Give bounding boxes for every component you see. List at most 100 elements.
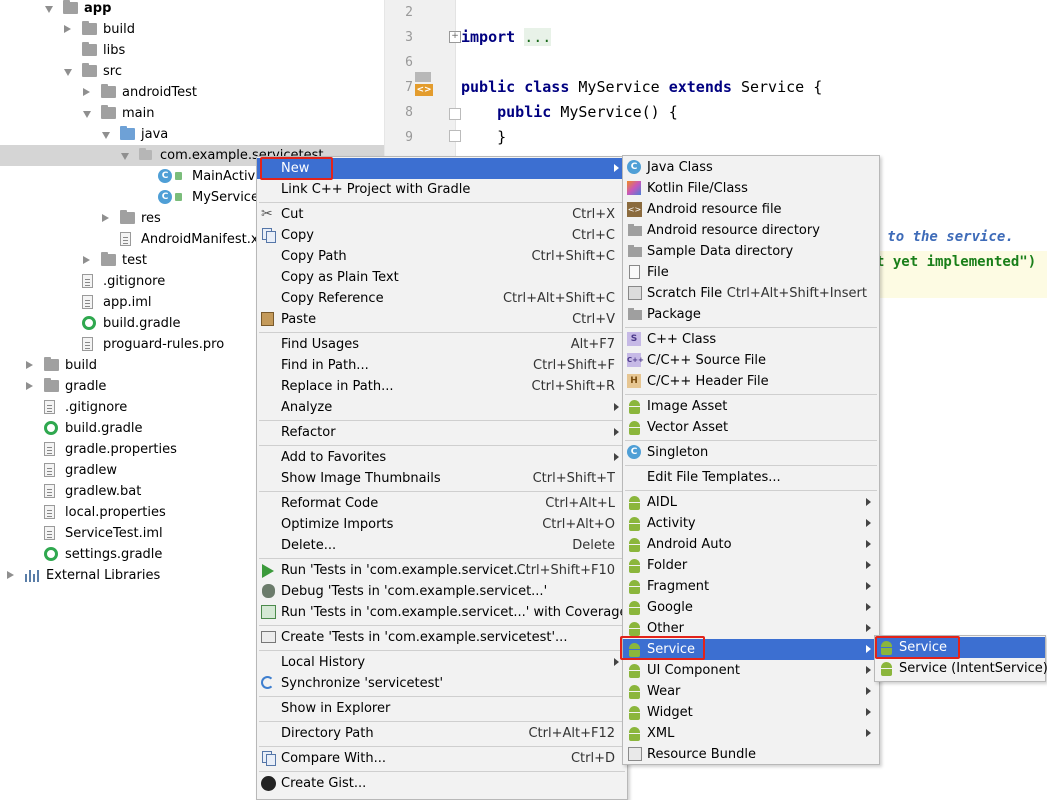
- menu-item-widget[interactable]: Widget: [623, 702, 879, 723]
- menu-item-label: Show Image Thumbnails: [281, 471, 441, 486]
- menu-item-package[interactable]: Package: [623, 304, 879, 325]
- menu-item-optimize-imports[interactable]: Optimize Imports Ctrl+Alt+O: [257, 514, 627, 535]
- menu-item-scratch-file[interactable]: Scratch File Ctrl+Alt+Shift+Insert: [623, 283, 879, 304]
- menu-item-show-in-explorer[interactable]: Show in Explorer: [257, 698, 627, 719]
- menu-item-shortcut: Ctrl+Alt+O: [542, 517, 615, 532]
- collapse-arrow-icon[interactable]: [7, 571, 14, 579]
- menu-item-replace-in-path[interactable]: Replace in Path... Ctrl+Shift+R: [257, 376, 627, 397]
- menu-item-service-intentservice[interactable]: Service (IntentService): [875, 658, 1047, 679]
- menu-item-sample-data-directory[interactable]: Sample Data directory: [623, 241, 879, 262]
- menu-item-add-to-favorites[interactable]: Add to Favorites: [257, 447, 627, 468]
- menu-item-paste[interactable]: Paste Ctrl+V: [257, 309, 627, 330]
- implements-gutter-icon[interactable]: <>: [415, 72, 433, 96]
- tree-node[interactable]: build: [0, 19, 384, 40]
- menu-item-copy-path[interactable]: Copy Path Ctrl+Shift+C: [257, 246, 627, 267]
- tree-node[interactable]: app: [0, 0, 384, 19]
- menu-item-c-class[interactable]: S C++ Class: [623, 329, 879, 350]
- collapse-arrow-icon[interactable]: [26, 382, 33, 390]
- menu-item-copy[interactable]: Copy Ctrl+C: [257, 225, 627, 246]
- expand-arrow-icon[interactable]: [45, 6, 53, 13]
- menu-item-file[interactable]: File: [623, 262, 879, 283]
- menu-item-local-history[interactable]: Local History: [257, 652, 627, 673]
- menu-item-xml[interactable]: XML: [623, 723, 879, 744]
- menu-item-fragment[interactable]: Fragment: [623, 576, 879, 597]
- menu-item-android-auto[interactable]: Android Auto: [623, 534, 879, 555]
- menu-item-create-tests-in-com-example-servicetest[interactable]: Create 'Tests in 'com.example.servicetes…: [257, 627, 627, 648]
- resource-folder-icon: [120, 210, 135, 224]
- menu-item-activity[interactable]: Activity: [623, 513, 879, 534]
- menu-item-synchronize-servicetest[interactable]: Synchronize 'servicetest': [257, 673, 627, 694]
- collapse-arrow-icon[interactable]: [64, 25, 71, 33]
- menu-item-google[interactable]: Google: [623, 597, 879, 618]
- menu-item-run-tests-in-com-example-servicet-with-coverage[interactable]: Run 'Tests in 'com.example.servicet...' …: [257, 602, 627, 623]
- menu-item-label: Sample Data directory: [647, 244, 794, 259]
- menu-item-link-c-project-with-gradle[interactable]: Link C++ Project with Gradle: [257, 179, 627, 200]
- menu-item-kotlin-file-class[interactable]: Kotlin File/Class: [623, 178, 879, 199]
- collapse-arrow-icon[interactable]: [102, 214, 109, 222]
- service-item-outline: [620, 636, 705, 660]
- fold-marker-icon[interactable]: [449, 130, 461, 142]
- menu-item-debug-tests-in-com-example-servicet[interactable]: Debug 'Tests in 'com.example.servicet...…: [257, 581, 627, 602]
- collapse-arrow-icon[interactable]: [26, 361, 33, 369]
- new-submenu[interactable]: C Java Class Kotlin File/Class <> Android re…: [622, 155, 880, 765]
- menu-item-label: Copy Reference: [281, 291, 384, 306]
- expand-arrow-icon[interactable]: [64, 69, 72, 76]
- menu-item-copy-reference[interactable]: Copy Reference Ctrl+Alt+Shift+C: [257, 288, 627, 309]
- submenu-arrow-icon: [866, 729, 871, 737]
- menu-item-find-in-path[interactable]: Find in Path... Ctrl+Shift+F: [257, 355, 627, 376]
- menu-item-shortcut: Ctrl+Alt+Shift+Insert: [726, 286, 867, 301]
- tree-node-label: .gitignore: [103, 274, 166, 289]
- menu-separator: [259, 491, 625, 492]
- collapse-arrow-icon[interactable]: [83, 88, 90, 96]
- tree-node[interactable]: androidTest: [0, 82, 384, 103]
- menu-item-c-c-header-file[interactable]: H C/C++ Header File: [623, 371, 879, 392]
- menu-item-find-usages[interactable]: Find Usages Alt+F7: [257, 334, 627, 355]
- menu-item-label: Refactor: [281, 425, 336, 440]
- menu-item-shortcut: Ctrl+X: [572, 207, 615, 222]
- menu-item-cut[interactable]: ✂ Cut Ctrl+X: [257, 204, 627, 225]
- menu-item-edit-file-templates[interactable]: Edit File Templates...: [623, 467, 879, 488]
- tree-node[interactable]: main: [0, 103, 384, 124]
- fold-plus-icon[interactable]: +: [449, 31, 461, 43]
- menu-item-singleton[interactable]: C Singleton: [623, 442, 879, 463]
- fold-marker-icon[interactable]: [449, 108, 461, 120]
- expand-arrow-icon[interactable]: [121, 153, 129, 160]
- tree-node[interactable]: java: [0, 124, 384, 145]
- menu-item-copy-as-plain-text[interactable]: Copy as Plain Text: [257, 267, 627, 288]
- menu-item-aidl[interactable]: AIDL: [623, 492, 879, 513]
- expand-arrow-icon[interactable]: [102, 132, 110, 139]
- menu-item-delete[interactable]: Delete... Delete: [257, 535, 627, 556]
- collapse-arrow-icon[interactable]: [83, 256, 90, 264]
- folder-icon: [44, 357, 59, 371]
- menu-item-resource-bundle[interactable]: Resource Bundle: [623, 744, 879, 765]
- lock-icon: [175, 172, 182, 180]
- menu-item-android-resource-file[interactable]: <> Android resource file: [623, 199, 879, 220]
- menu-item-ui-component[interactable]: UI Component: [623, 660, 879, 681]
- menu-item-java-class[interactable]: C Java Class: [623, 157, 879, 178]
- menu-item-c-c-source-file[interactable]: C++ C/C++ Source File: [623, 350, 879, 371]
- tree-node[interactable]: libs: [0, 40, 384, 61]
- menu-item-label: Paste: [281, 312, 317, 327]
- menu-item-refactor[interactable]: Refactor: [257, 422, 627, 443]
- expand-arrow-icon[interactable]: [83, 111, 91, 118]
- menu-item-run-tests-in-com-example-servicet[interactable]: Run 'Tests in 'com.example.servicet...' C…: [257, 560, 627, 581]
- menu-item-vector-asset[interactable]: Vector Asset: [623, 417, 879, 438]
- menu-item-android-resource-directory[interactable]: Android resource directory: [623, 220, 879, 241]
- menu-item-reformat-code[interactable]: Reformat Code Ctrl+Alt+L: [257, 493, 627, 514]
- menu-item-label: Compare With...: [281, 751, 387, 766]
- menu-item-image-asset[interactable]: Image Asset: [623, 396, 879, 417]
- tree-node-label: res: [141, 211, 161, 226]
- menu-item-directory-path[interactable]: Directory Path Ctrl+Alt+F12: [257, 723, 627, 744]
- menu-item-show-image-thumbnails[interactable]: Show Image Thumbnails Ctrl+Shift+T: [257, 468, 627, 489]
- menu-item-analyze[interactable]: Analyze: [257, 397, 627, 418]
- tree-node-label: ServiceTest.iml: [65, 526, 163, 541]
- manifest-file-icon: [120, 232, 131, 246]
- line-number: 6: [405, 55, 413, 70]
- menu-item-label: Fragment: [647, 579, 710, 594]
- menu-item-create-gist[interactable]: Create Gist...: [257, 773, 627, 794]
- menu-item-compare-with[interactable]: Compare With... Ctrl+D: [257, 748, 627, 769]
- menu-item-wear[interactable]: Wear: [623, 681, 879, 702]
- context-menu[interactable]: New Link C++ Project with Gradle ✂ Cut Ctrl+…: [256, 156, 628, 800]
- menu-item-folder[interactable]: Folder: [623, 555, 879, 576]
- tree-node[interactable]: src: [0, 61, 384, 82]
